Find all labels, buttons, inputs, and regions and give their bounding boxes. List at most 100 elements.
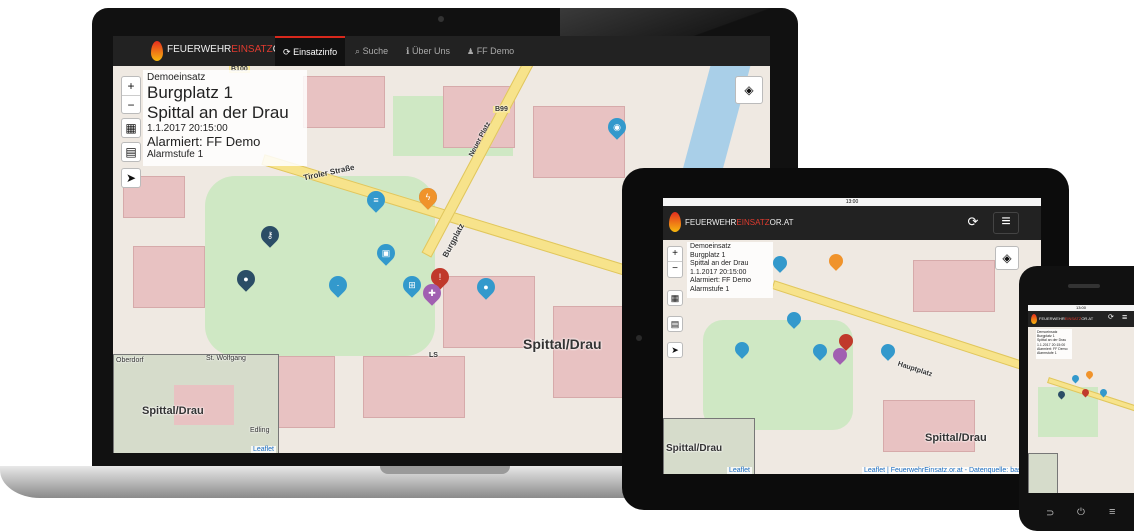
brand-part1: FEUERWEHR: [167, 44, 232, 55]
minimap-label-oberdorf: Oberdorf: [116, 357, 144, 364]
menu-button[interactable]: ≡: [1122, 312, 1127, 322]
overview-minimap[interactable]: Spittal/Drau Leaflet: [663, 418, 755, 474]
building: [303, 76, 385, 128]
building: [913, 260, 995, 312]
locate-button[interactable]: ➤: [121, 168, 141, 188]
menu-icon: ≡: [1001, 213, 1011, 230]
user-icon: ♟: [467, 47, 475, 56]
building: [553, 306, 625, 398]
map-layer-button[interactable]: ▦: [667, 290, 683, 306]
laptop-notch: [380, 466, 510, 474]
map-pin-blue[interactable]: ▣: [373, 240, 399, 266]
map-pin-purple[interactable]: ✚: [419, 280, 445, 306]
phone-speaker: [1068, 284, 1100, 288]
street-label-hauptplatz: Hauptplatz: [896, 360, 933, 379]
map-pin-orange[interactable]: ϟ: [415, 184, 441, 210]
bolt-icon: ϟ: [425, 192, 431, 202]
flame-logo-icon: [151, 41, 163, 61]
layers-button[interactable]: ◈: [735, 76, 763, 104]
marker-icon: ✚: [428, 288, 436, 298]
brand-part2: EINSATZ: [1064, 316, 1082, 321]
map-pin-blue[interactable]: [770, 253, 790, 273]
brand-part3: OR.AT: [769, 218, 794, 227]
document-button[interactable]: ▤: [667, 316, 683, 332]
minimap-label-edling: Edling: [250, 427, 270, 434]
incident-city: Spittal an der Drau: [147, 103, 289, 122]
minimap-attribution[interactable]: Leaflet: [726, 467, 752, 474]
city-label: Spittal/Drau: [523, 336, 602, 352]
android-back-icon[interactable]: ⊃: [1046, 508, 1054, 519]
incident-level: Alarmstufe 1: [147, 149, 204, 160]
marker-icon: ▣: [381, 248, 391, 258]
android-power-icon[interactable]: ⏻: [1077, 507, 1085, 518]
incident-info-panel: Demoeinsatz Burgplatz 1 Spittal an der D…: [143, 70, 307, 166]
map-pin-blue[interactable]: ·: [325, 272, 351, 298]
marker-icon: ◉: [613, 122, 621, 132]
menu-button[interactable]: ≡: [993, 212, 1019, 234]
marker-icon: ≡: [373, 195, 379, 205]
nav-ff-demo[interactable]: ♟ FF Demo: [459, 36, 522, 66]
map-pin-hydrant[interactable]: ●: [233, 266, 259, 292]
map-icon: ▦: [125, 121, 137, 135]
layers-icon: ◈: [744, 83, 754, 97]
tablet-status-bar: 13:00: [663, 198, 1041, 206]
nav-ff-demo-label: FF Demo: [476, 46, 515, 56]
map-pin-blue[interactable]: ◉: [604, 114, 630, 140]
map-pin-blue[interactable]: ●: [473, 274, 499, 300]
building: [133, 246, 205, 308]
zoom-out-button[interactable]: −: [122, 96, 140, 114]
incident-street: Burgplatz 1: [690, 251, 726, 259]
nav-suche-label: Suche: [362, 46, 389, 56]
nav-ueber-uns[interactable]: ℹ Über Uns: [398, 36, 458, 66]
locate-button[interactable]: ➤: [667, 342, 683, 358]
marker-icon: ·: [336, 280, 340, 290]
minimap-label-stwolfgang: St. Wolfgang: [206, 355, 246, 362]
incident-datetime: 1.1.2017 20:15:00: [690, 268, 747, 276]
tablet-brand-logo[interactable]: FEUERWEHREINSATZOR.AT: [685, 218, 793, 227]
map-pin-blue[interactable]: ⊞: [399, 272, 425, 298]
android-menu-icon[interactable]: ≡: [1109, 506, 1115, 518]
map-icon: ▦: [670, 293, 680, 303]
refresh-icon: ⟳: [1108, 314, 1114, 321]
minimap-label-city: Spittal/Drau: [666, 443, 723, 454]
incident-city: Spittal an der Drau: [1037, 338, 1067, 343]
map-attribution[interactable]: Leaflet | FeuerwehrEinsatz.or.at - Daten…: [862, 467, 1041, 474]
tablet-map[interactable]: Hauptplatz Spittal/Drau + − ▦ ▤ ➤ ◈ Demo…: [663, 240, 1041, 474]
road-b99: B99: [493, 106, 510, 113]
nav-suche[interactable]: ⌕ Suche: [347, 36, 396, 66]
phone-brand-logo[interactable]: FEUERWEHREINSATZOR.AT: [1039, 316, 1093, 321]
overview-minimap[interactable]: Oberdorf St. Wolfgang Spittal/Drau Edlin…: [113, 354, 279, 453]
search-icon: ⌕: [355, 46, 361, 56]
menu-icon: ≡: [1122, 312, 1128, 322]
incident-datetime: 1.1.2017 20:15:00: [147, 123, 228, 134]
overview-minimap[interactable]: [1028, 453, 1058, 493]
refresh-button[interactable]: ⟳: [1108, 313, 1114, 321]
nav-einsatzinfo[interactable]: ⟳ Einsatzinfo: [275, 36, 346, 68]
layers-button[interactable]: ◈: [995, 246, 1019, 270]
nav-ueber-uns-label: Über Uns: [411, 46, 450, 56]
document-button[interactable]: ▤: [121, 142, 141, 162]
map-pin-blue[interactable]: [878, 341, 898, 361]
incident-street: Burgplatz 1: [147, 83, 233, 102]
building: [883, 400, 975, 452]
map-pin-blue[interactable]: ≡: [363, 187, 389, 213]
building: [363, 356, 465, 418]
map-layer-button[interactable]: ▦: [121, 118, 141, 138]
map-pin-orange[interactable]: [1084, 369, 1095, 380]
incident-info-panel: Demoeinsatz Burgplatz 1 Spittal an der D…: [687, 242, 773, 298]
locate-icon: ➤: [125, 171, 137, 185]
minimap-label-city: Spittal/Drau: [142, 405, 204, 417]
phone-screen: 13:00 FEUERWEHREINSATZOR.AT ⟳ ≡ Demoeins…: [1028, 305, 1134, 493]
map-pin-orange[interactable]: [826, 251, 846, 271]
incident-city: Spittal an der Drau: [690, 260, 749, 267]
map-pin-blue[interactable]: [1070, 373, 1081, 384]
zoom-in-button[interactable]: +: [122, 77, 140, 96]
map-pin-dark[interactable]: ⚷: [257, 222, 283, 248]
phone-map[interactable]: Demoeinsatz Burgplatz 1 Spittal an der D…: [1028, 327, 1134, 493]
minimap-attribution[interactable]: Leaflet: [250, 446, 276, 453]
refresh-button[interactable]: ⟳: [963, 214, 983, 232]
incident-alarmed: Alarmiert: FF Demo: [690, 277, 752, 284]
tablet-camera: [636, 335, 642, 341]
zoom-in-button[interactable]: +: [668, 247, 682, 262]
zoom-out-button[interactable]: −: [668, 262, 682, 276]
